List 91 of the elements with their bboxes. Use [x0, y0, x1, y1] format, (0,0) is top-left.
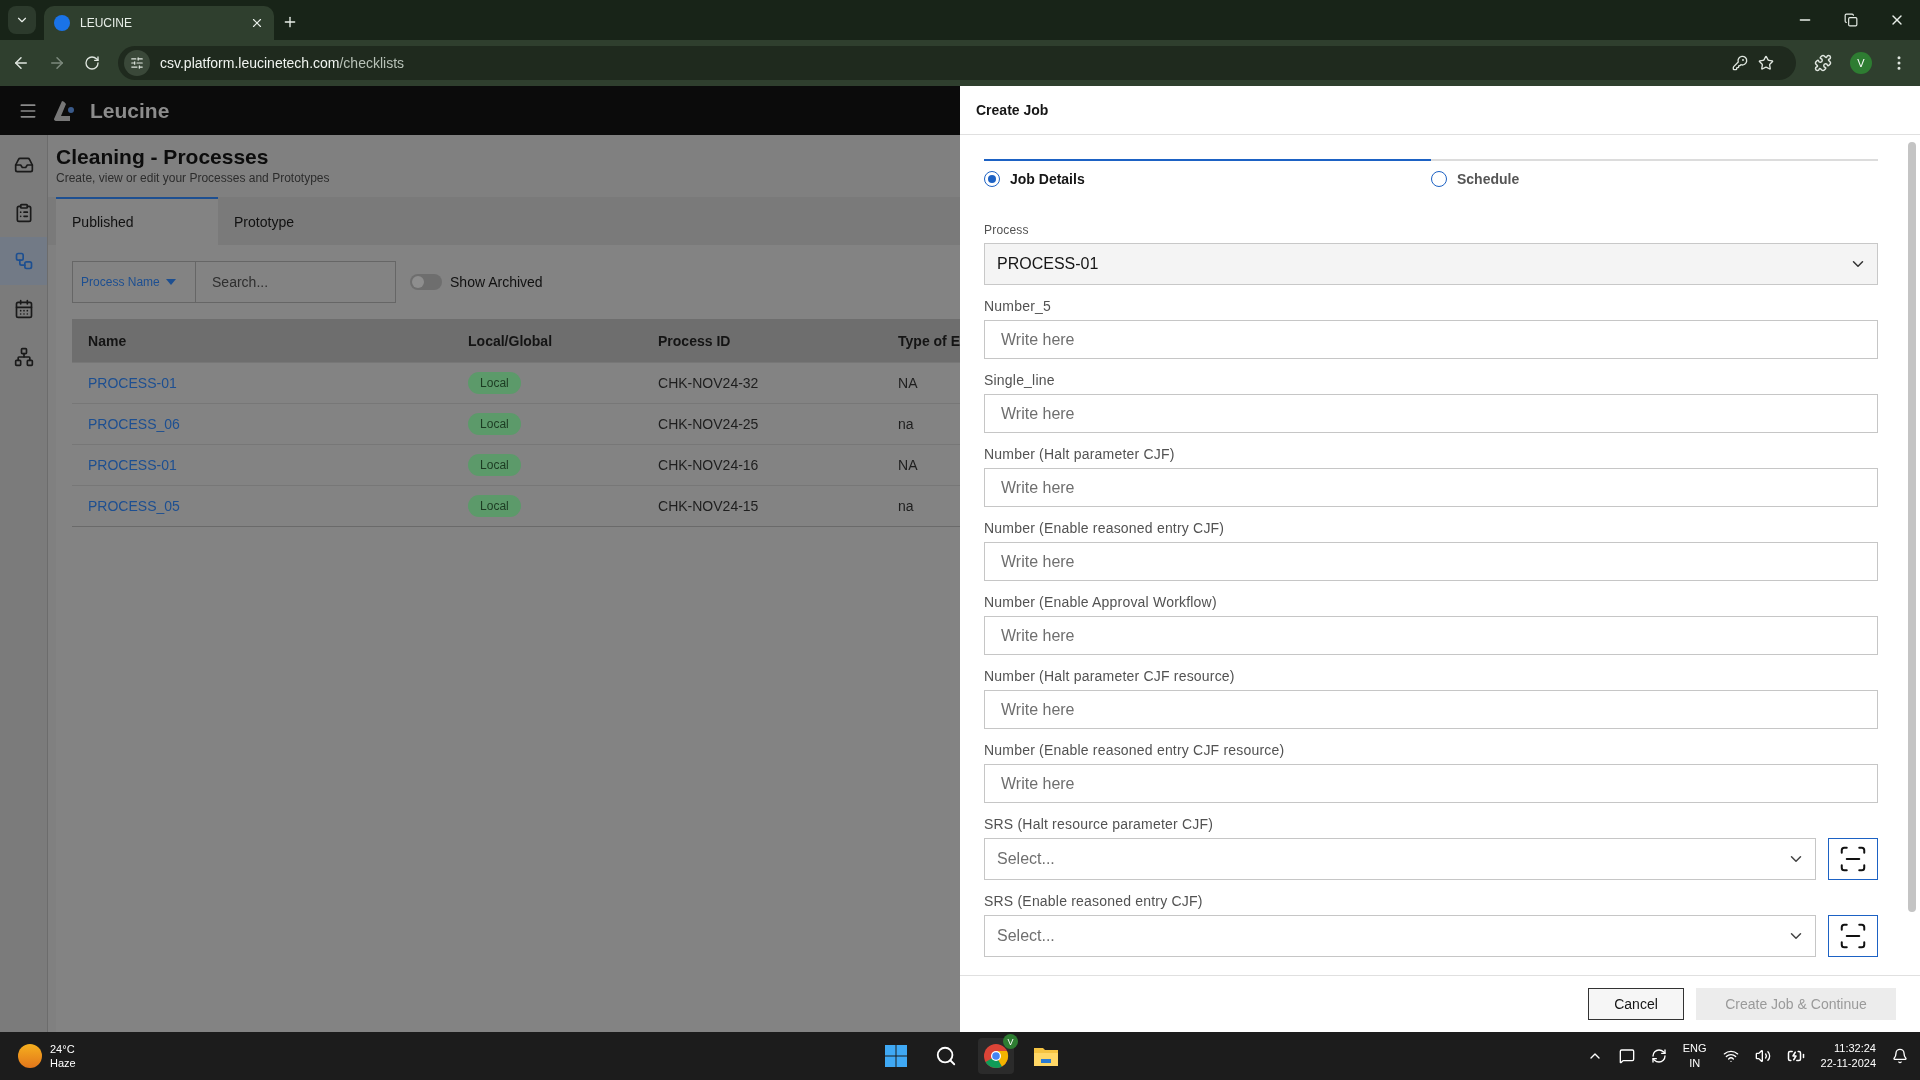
restore-icon[interactable] [1844, 13, 1858, 27]
sync-icon[interactable] [1650, 1048, 1667, 1064]
address-bar[interactable]: csv.platform.leucinetech.com/checklists [118, 46, 1796, 80]
field-label: SRS (Enable reasoned entry CJF) [984, 893, 1204, 909]
scrollbar[interactable] [1908, 142, 1916, 912]
scan-icon [1838, 844, 1868, 874]
close-icon[interactable] [250, 16, 264, 30]
select-field[interactable]: Select... [984, 915, 1816, 957]
field-label: Number (Halt parameter CJF) [984, 446, 1176, 462]
profile-avatar[interactable]: V [1850, 52, 1872, 74]
browser-tab[interactable]: LEUCINE [44, 6, 274, 40]
field-label: Number (Enable reasoned entry CJF) [984, 520, 1226, 536]
table-cell-text: NA [897, 375, 919, 391]
wifi-icon[interactable] [1722, 1048, 1739, 1064]
clock-time[interactable]: 11:32:24 [1834, 1041, 1876, 1056]
table-cell-text: na [897, 498, 915, 514]
column-header: Process ID [657, 332, 732, 349]
tab-search-button[interactable] [8, 6, 36, 34]
input-field[interactable]: Write here [984, 394, 1878, 433]
clock-date[interactable]: 22-11-2024 [1820, 1056, 1876, 1071]
tab[interactable]: Published [56, 197, 219, 245]
input-field[interactable]: Write here [984, 616, 1878, 655]
field-label: Single_line [984, 372, 1056, 388]
folder-icon[interactable] [1033, 1045, 1059, 1067]
site-settings-icon[interactable] [124, 50, 150, 76]
field-label: SRS (Halt resource parameter CJF) [984, 816, 1215, 832]
volume-icon[interactable] [1754, 1048, 1771, 1064]
step-tab[interactable]: Schedule [1431, 159, 1878, 187]
extensions-icon[interactable] [1814, 54, 1832, 72]
field-label: Number (Halt parameter CJF resource) [984, 668, 1236, 684]
field-label: Number_5 [984, 298, 1052, 314]
temperature: 24°C [50, 1042, 76, 1056]
step-tab[interactable]: Job Details [984, 159, 1431, 187]
drawer-title: Create Job [960, 86, 1920, 135]
scan-icon [1838, 921, 1868, 951]
browser-icon [983, 1043, 1009, 1069]
scan-button[interactable] [1828, 838, 1878, 880]
weather-label: Haze [50, 1056, 76, 1070]
table-cell-text: CHK-NOV24-25 [657, 416, 760, 432]
input-field[interactable]: Write here [984, 468, 1878, 507]
flowchart-icon [13, 251, 34, 271]
column-header: Local/Global [467, 332, 554, 349]
field-label: Number (Enable Approval Workflow) [984, 594, 1218, 610]
search-field[interactable]: Search... [196, 261, 397, 303]
process-select[interactable]: PROCESS-01 [984, 243, 1878, 285]
input-field[interactable]: Write here [984, 764, 1878, 803]
column-header: Name [87, 332, 128, 349]
hierarchy-icon [13, 347, 34, 367]
chat-icon[interactable] [1618, 1048, 1635, 1064]
logo-icon [52, 98, 76, 123]
scope-badge: Local [468, 454, 521, 476]
back-icon[interactable] [12, 54, 30, 72]
inbox-icon [13, 155, 34, 175]
field-label: Number (Enable reasoned entry CJF resource) [984, 742, 1286, 758]
key-icon[interactable] [1732, 55, 1748, 71]
scope-badge: Local [468, 495, 521, 517]
page-title: Cleaning - Processes [56, 145, 270, 169]
notification-icon[interactable] [1892, 1048, 1908, 1064]
page-subtitle: Create, view or edit your Processes and Prototypes [56, 171, 331, 185]
input-field[interactable]: Write here [984, 690, 1878, 729]
table-cell-text: NA [897, 457, 919, 473]
table-cell-text: CHK-NOV24-16 [657, 457, 760, 473]
language-label[interactable]: ENG [1682, 1041, 1707, 1056]
windows-icon [884, 1044, 908, 1068]
input-field[interactable]: Write here [984, 320, 1878, 359]
scope-badge: Local [468, 413, 521, 435]
forward-icon[interactable] [48, 54, 66, 72]
reload-icon[interactable] [84, 55, 100, 71]
favicon-icon [54, 15, 70, 31]
archived-toggle[interactable] [410, 274, 443, 290]
calendar-icon [13, 299, 34, 319]
column-header: Type of E [897, 332, 960, 349]
field-label: Process [984, 223, 1030, 237]
region-label[interactable]: IN [1689, 1056, 1701, 1071]
profile-badge: V [1003, 1034, 1018, 1049]
table-cell-text: CHK-NOV24-32 [657, 375, 760, 391]
toggle-label: Show Archived [450, 274, 543, 290]
table-cell-text: na [897, 416, 915, 432]
input-field[interactable]: Write here [984, 542, 1878, 581]
table-cell-text: CHK-NOV24-15 [657, 498, 760, 514]
brand-name: Leucine [90, 98, 170, 123]
select-field[interactable]: Select... [984, 838, 1816, 880]
new-tab-icon[interactable] [282, 14, 298, 30]
caret-icon [165, 279, 176, 285]
star-icon[interactable] [1758, 55, 1774, 71]
scope-badge: Local [468, 372, 521, 394]
tab[interactable]: Prototype [218, 197, 381, 245]
search-icon[interactable] [935, 1045, 957, 1067]
cancel-button[interactable]: Cancel [1588, 988, 1684, 1020]
scan-button[interactable] [1828, 915, 1878, 957]
weather-icon[interactable] [18, 1044, 42, 1068]
